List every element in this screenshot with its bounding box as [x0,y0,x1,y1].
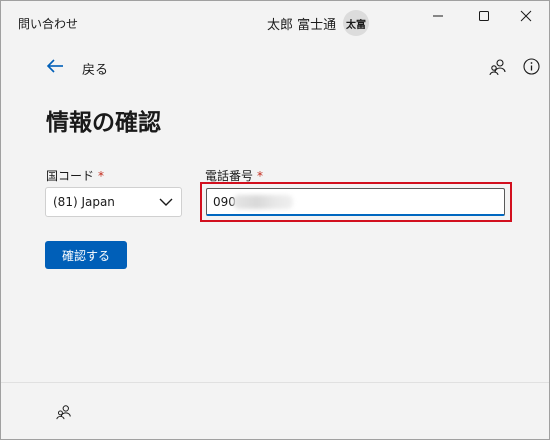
country-code-select[interactable]: (81) Japan [45,187,182,217]
arrow-left-icon[interactable] [46,58,64,74]
chevron-down-icon [159,198,173,206]
redacted-digits [233,195,293,209]
country-code-label: 国コード * [46,167,104,184]
required-mark: * [257,169,264,183]
footer-divider [1,382,549,383]
required-mark: * [98,169,105,183]
country-code-value: (81) Japan [53,195,115,209]
page-title: 情報の確認 [46,110,161,136]
app-title: 問い合わせ [18,17,79,31]
country-code-label-text: 国コード [46,169,95,183]
app-window: 問い合わせ 太郎 富士通 太富 戻る 情報の確認 国コード * 電話番号 * (… [0,0,550,440]
minimize-button[interactable] [415,1,461,31]
avatar[interactable]: 太富 [343,10,369,36]
confirm-button[interactable]: 確認する [45,241,127,269]
user-name: 太郎 富士通 [267,18,337,33]
people-icon[interactable] [56,404,72,420]
close-button[interactable] [503,1,549,31]
info-icon[interactable] [523,58,540,75]
maximize-button[interactable] [461,1,507,31]
phone-number-label-text: 電話番号 [205,169,254,183]
close-icon [520,10,532,22]
maximize-icon [479,11,489,21]
minimize-icon [433,15,443,17]
title-bar: 問い合わせ 太郎 富士通 太富 [1,1,549,45]
people-icon[interactable] [489,58,507,76]
back-link[interactable]: 戻る [82,59,108,78]
